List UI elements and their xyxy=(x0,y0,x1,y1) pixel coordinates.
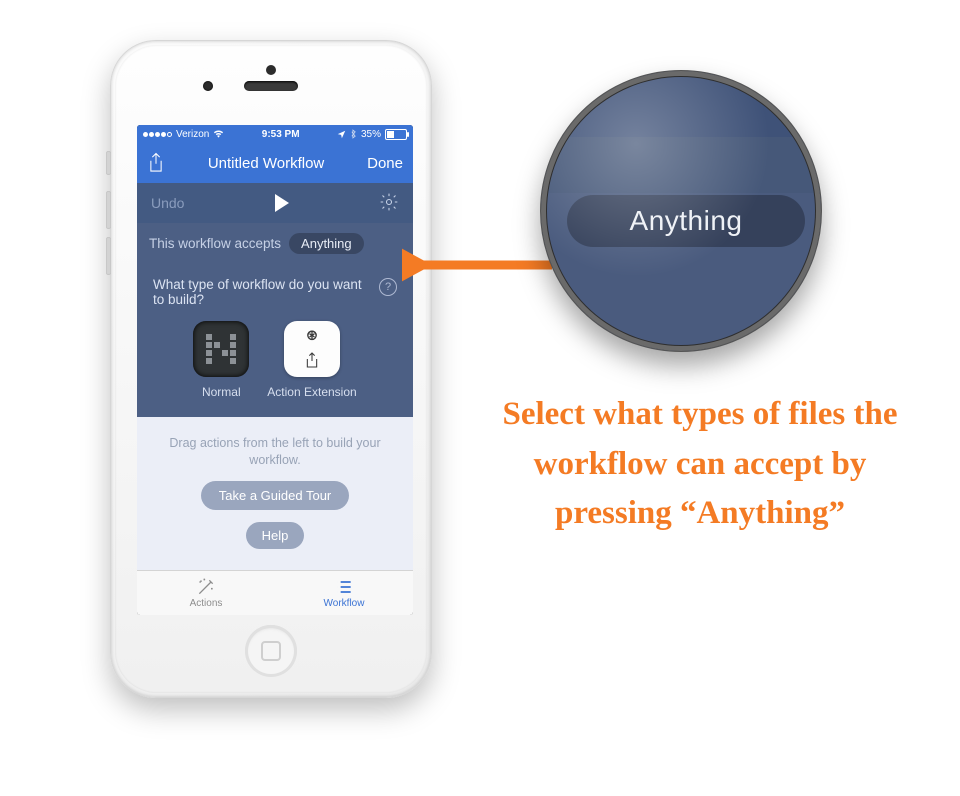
guided-tour-button[interactable]: Take a Guided Tour xyxy=(201,481,350,510)
signal-strength-icon xyxy=(143,132,172,137)
bluetooth-icon xyxy=(350,129,357,139)
action-extension-tile-label: Action Extension xyxy=(267,385,356,399)
page-title: Untitled Workflow xyxy=(208,155,324,172)
workflow-toolbar: Undo xyxy=(137,183,413,223)
carrier-label: Verizon xyxy=(176,129,209,140)
status-bar: Verizon 9:53 PM 35% xyxy=(137,125,413,143)
wifi-icon xyxy=(213,130,224,138)
info-icon[interactable]: ? xyxy=(379,278,397,296)
workflow-type-action-extension[interactable]: Action Extension xyxy=(267,321,356,399)
tab-actions-label: Actions xyxy=(190,598,223,609)
help-button[interactable]: Help xyxy=(246,522,305,549)
status-time: 9:53 PM xyxy=(224,129,337,140)
drag-actions-area: Drag actions from the left to build your… xyxy=(137,417,413,570)
normal-tile-icon xyxy=(193,321,249,377)
nav-bar: Untitled Workflow Done xyxy=(137,143,413,183)
action-extension-tile-icon xyxy=(284,321,340,377)
proximity-sensor xyxy=(266,65,276,75)
workflow-type-question: What type of workflow do you want to bui… xyxy=(153,277,373,307)
share-button[interactable] xyxy=(147,152,165,174)
iphone-device-frame: Verizon 9:53 PM 35% xyxy=(110,40,432,698)
mute-switch xyxy=(106,151,111,175)
instruction-caption: Select what types of files the workflow … xyxy=(500,390,900,539)
battery-icon xyxy=(385,129,407,140)
front-camera xyxy=(203,81,213,91)
home-button[interactable] xyxy=(245,625,297,677)
accepts-label: This workflow accepts xyxy=(149,236,281,251)
undo-button[interactable]: Undo xyxy=(151,195,184,211)
magnifier-callout: Anything xyxy=(540,70,822,352)
accepts-value-pill[interactable]: Anything xyxy=(289,233,364,254)
bottom-tab-bar: Actions Workflow xyxy=(137,570,413,615)
settings-button[interactable] xyxy=(379,192,399,215)
tab-workflow[interactable]: Workflow xyxy=(275,571,413,615)
battery-pct: 35% xyxy=(361,129,381,140)
magnifier-pill: Anything xyxy=(567,195,805,247)
wand-icon xyxy=(195,577,217,597)
volume-down-button xyxy=(106,237,111,275)
phone-inner-shell: Verizon 9:53 PM 35% xyxy=(115,45,427,693)
list-icon xyxy=(333,577,355,597)
tab-workflow-label: Workflow xyxy=(324,598,365,609)
accepts-row: This workflow accepts Anything xyxy=(137,223,413,263)
drag-hint-text: Drag actions from the left to build your… xyxy=(161,435,389,469)
workflow-type-panel: What type of workflow do you want to bui… xyxy=(137,263,413,417)
earpiece-speaker xyxy=(244,81,298,91)
normal-tile-label: Normal xyxy=(202,385,241,399)
volume-up-button xyxy=(106,191,111,229)
play-button[interactable] xyxy=(275,194,289,212)
location-icon xyxy=(337,130,346,139)
workflow-type-normal[interactable]: Normal xyxy=(193,321,249,399)
done-button[interactable]: Done xyxy=(367,155,403,172)
phone-screen: Verizon 9:53 PM 35% xyxy=(137,125,413,615)
tab-actions[interactable]: Actions xyxy=(137,571,275,615)
